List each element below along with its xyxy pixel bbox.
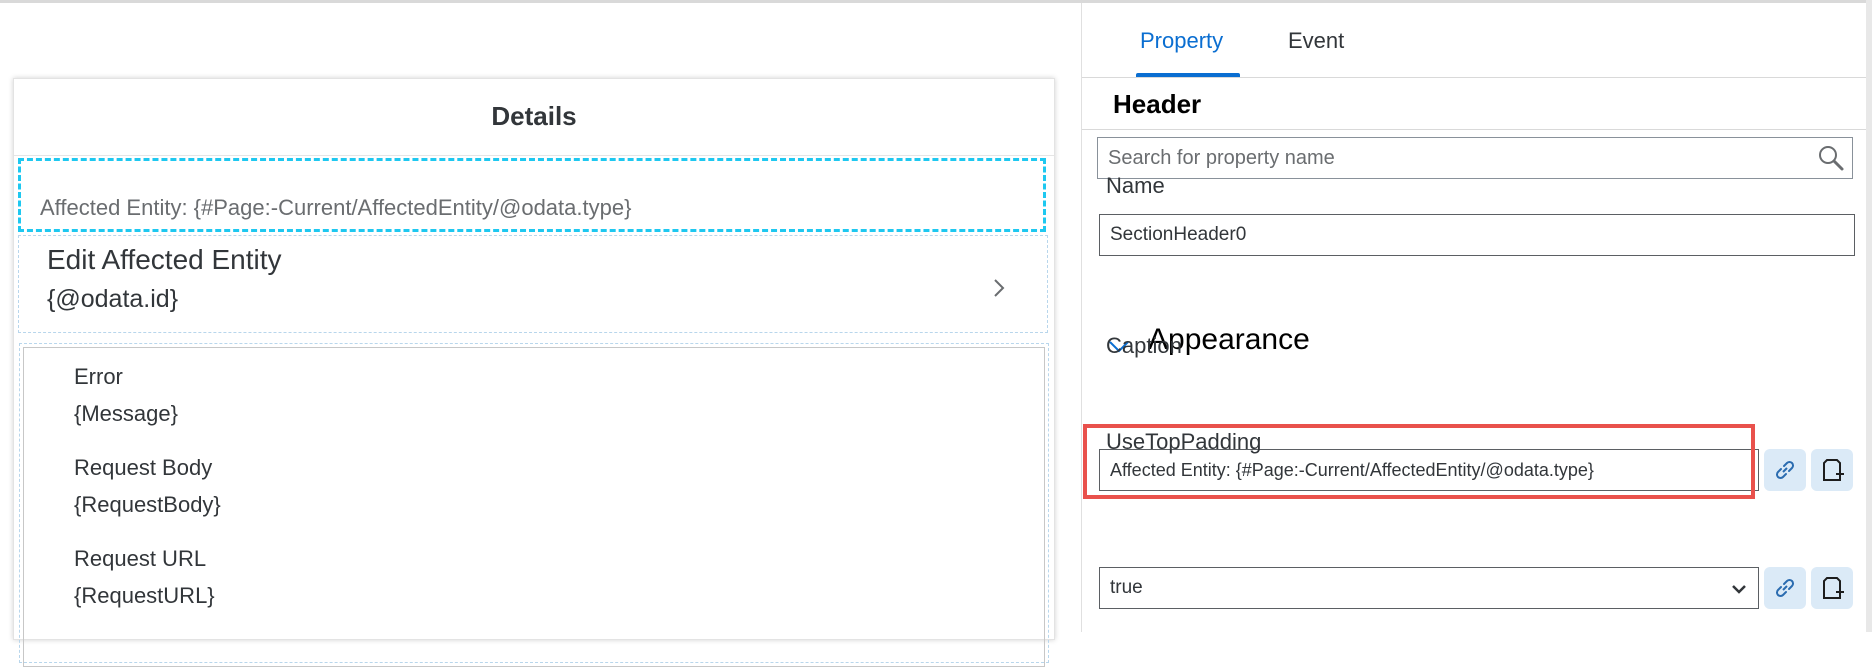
name-label: Name bbox=[1106, 173, 1165, 198]
panel-tabs: Property Event bbox=[1082, 3, 1867, 78]
search-placeholder: Search for property name bbox=[1108, 147, 1335, 169]
details-page-preview: Details Affected Entity: {#Page:-Current… bbox=[13, 78, 1055, 667]
object-cell-subtitle: {@odata.id} bbox=[47, 285, 179, 313]
kv-label-request-body: Request Body bbox=[74, 455, 213, 480]
object-cell-title: Edit Affected Entity bbox=[47, 244, 282, 275]
kv-value-error: {Message} bbox=[74, 401, 178, 426]
caption-label: Caption bbox=[1106, 333, 1182, 358]
use-top-padding-value: true bbox=[1110, 577, 1143, 598]
chevron-down-icon bbox=[1732, 585, 1746, 594]
page-title: Details bbox=[491, 101, 577, 131]
use-top-padding-binding-button[interactable] bbox=[1764, 567, 1806, 609]
tab-property[interactable]: Property bbox=[1140, 28, 1223, 54]
use-top-padding-add-expression-button[interactable] bbox=[1811, 567, 1853, 609]
kv-value-request-body: {RequestBody} bbox=[74, 492, 221, 517]
add-file-icon bbox=[1823, 577, 1844, 599]
link-icon bbox=[1775, 460, 1795, 480]
property-panel: Property Event Header Search for propert… bbox=[1081, 3, 1867, 632]
tab-event[interactable]: Event bbox=[1288, 28, 1344, 54]
caption-highlight-annotation bbox=[1083, 424, 1755, 499]
kv-label-request-url: Request URL bbox=[74, 546, 207, 571]
kv-label-error: Error bbox=[74, 364, 123, 389]
use-top-padding-select[interactable]: true bbox=[1099, 567, 1759, 609]
caption-add-expression-button[interactable] bbox=[1811, 449, 1853, 491]
search-icon[interactable] bbox=[1816, 143, 1846, 173]
kv-value-request-url: {RequestURL} bbox=[74, 583, 215, 608]
add-file-icon bbox=[1823, 459, 1844, 481]
chevron-right-icon[interactable] bbox=[984, 273, 1014, 303]
panel-right-edge bbox=[1866, 0, 1872, 632]
section-header-caption: Affected Entity: {#Page:-Current/Affecte… bbox=[40, 195, 632, 220]
property-search-input[interactable]: Search for property name bbox=[1097, 137, 1853, 179]
design-canvas: Details Affected Entity: {#Page:-Current… bbox=[0, 3, 1080, 667]
link-icon bbox=[1775, 578, 1795, 598]
active-tab-indicator bbox=[1136, 73, 1240, 77]
caption-binding-button[interactable] bbox=[1764, 449, 1806, 491]
divider bbox=[14, 155, 1054, 156]
divider bbox=[1082, 129, 1867, 130]
name-field[interactable]: SectionHeader0 bbox=[1099, 214, 1855, 256]
panel-title: Header bbox=[1113, 89, 1202, 119]
